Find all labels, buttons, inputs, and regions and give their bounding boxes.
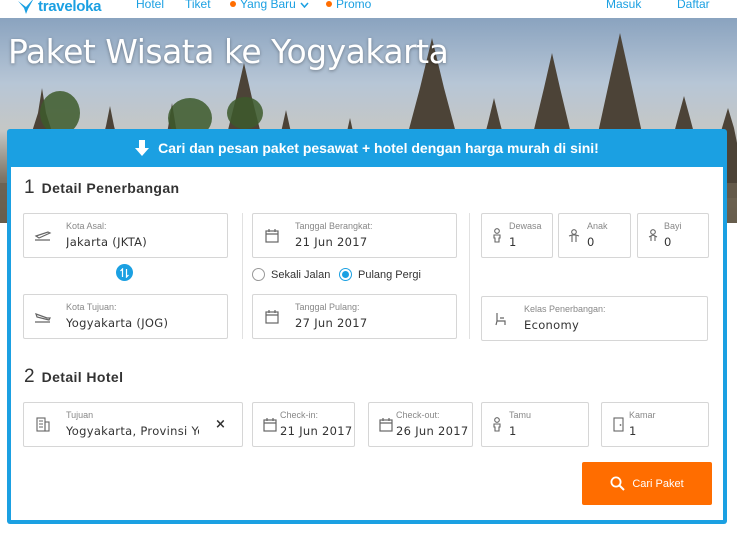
guests-field[interactable]: Tamu 1 (481, 402, 589, 447)
infants-field[interactable]: Bayi 0 (637, 213, 709, 258)
rooms-label: Kamar (629, 410, 656, 420)
adults-field[interactable]: Dewasa 1 (481, 213, 553, 258)
round-trip-radio[interactable]: Pulang Pergi (339, 268, 421, 281)
search-icon (610, 476, 626, 491)
children-field[interactable]: Anak 0 (558, 213, 631, 258)
guests-value: 1 (509, 424, 517, 438)
rooms-value: 1 (629, 424, 637, 438)
checkin-label: Check-in: (280, 410, 319, 420)
brand-name: traveloka (38, 0, 102, 15)
swap-cities-button[interactable] (116, 264, 133, 281)
checkout-label: Check-out: (396, 410, 440, 420)
children-value: 0 (587, 235, 595, 249)
children-label: Anak (587, 221, 608, 231)
hotel-destination-value: Yogyakarta, Provinsi Yogyakarta (66, 424, 199, 438)
new-dot (230, 1, 236, 7)
nav-tiket[interactable]: Tiket (185, 0, 211, 11)
adults-label: Dewasa (509, 221, 542, 231)
hotel-destination-label: Tujuan (66, 410, 94, 420)
hotel-section-label: Detail Hotel (41, 369, 124, 385)
swap-icon (120, 267, 129, 278)
infants-value: 0 (664, 235, 672, 249)
nav-promo[interactable]: Promo (326, 0, 371, 11)
depart-date-label: Tanggal Berangkat: (295, 221, 373, 231)
cabin-class-value: Economy (524, 318, 580, 332)
flight-section-label: Detail Penerbangan (41, 180, 180, 196)
round-trip-label: Pulang Pergi (358, 268, 421, 281)
checkin-field[interactable]: Check-in: 21 Jun 2017 (252, 402, 355, 447)
brand-logo[interactable]: traveloka (17, 0, 102, 15)
search-package-label: Cari Paket (632, 477, 684, 490)
depart-date-field[interactable]: Tanggal Berangkat: 21 Jun 2017 (252, 213, 457, 258)
origin-label: Kota Asal: (66, 221, 107, 231)
origin-field[interactable]: Kota Asal: Jakarta (JKTA) (23, 213, 228, 258)
panel-body: 1 Detail Penerbangan Kota Asal: Jakarta (… (11, 167, 723, 520)
flight-section-title: 1 Detail Penerbangan (24, 177, 179, 199)
flight-section-number: 1 (24, 177, 35, 198)
depart-date-value: 21 Jun 2017 (295, 235, 368, 249)
calendar-icon (377, 416, 395, 434)
person-icon (488, 227, 506, 245)
checkout-field[interactable]: Check-out: 26 Jun 2017 (368, 402, 473, 447)
checkin-value: 21 Jun 2017 (280, 424, 353, 438)
infants-label: Bayi (664, 221, 682, 231)
hotel-section-title: 2 Detail Hotel (24, 366, 123, 388)
clear-destination-button[interactable]: × (215, 417, 226, 432)
rooms-field[interactable]: Kamar 1 (601, 402, 709, 447)
top-navigation: traveloka Hotel Tiket Yang Baru Promo Ma… (0, 0, 737, 18)
one-way-label: Sekali Jalan (271, 268, 331, 281)
one-way-radio-dot[interactable] (252, 268, 265, 281)
hotel-destination-field[interactable]: Tujuan Yogyakarta, Provinsi Yogyakarta × (23, 402, 243, 447)
destination-value: Yogyakarta (JOG) (66, 316, 169, 330)
cabin-class-label: Kelas Penerbangan: (524, 304, 606, 314)
traveloka-logo-icon (18, 0, 33, 14)
search-package-button[interactable]: Cari Paket (582, 462, 712, 505)
guests-label: Tamu (509, 410, 532, 420)
nav-yang-baru-label: Yang Baru (240, 0, 296, 11)
promo-dot (326, 1, 332, 7)
baby-icon (644, 227, 662, 245)
person-icon (488, 416, 506, 434)
round-trip-radio-dot[interactable] (339, 268, 352, 281)
origin-value: Jakarta (JKTA) (66, 235, 148, 249)
cabin-class-field[interactable]: Kelas Penerbangan: Economy (481, 296, 708, 341)
register-link[interactable]: Daftar (677, 0, 710, 11)
calendar-icon (263, 308, 281, 326)
banner-text: Cari dan pesan paket pesawat + hotel den… (158, 140, 599, 156)
panel-banner: Cari dan pesan paket pesawat + hotel den… (7, 129, 727, 167)
return-date-field[interactable]: Tanggal Pulang: 27 Jun 2017 (252, 294, 457, 339)
column-divider (469, 213, 470, 339)
plane-landing-icon (34, 308, 52, 326)
chevron-down-icon (300, 2, 309, 8)
column-divider (242, 213, 243, 339)
checkout-value: 26 Jun 2017 (396, 424, 469, 438)
nav-promo-label: Promo (336, 0, 372, 11)
arrow-down-icon (135, 140, 150, 156)
package-search-panel: Cari dan pesan paket pesawat + hotel den… (7, 129, 727, 524)
building-icon (34, 416, 52, 434)
return-date-label: Tanggal Pulang: (295, 302, 360, 312)
nav-yang-baru[interactable]: Yang Baru (230, 0, 309, 11)
destination-label: Kota Tujuan: (66, 302, 117, 312)
hotel-section-number: 2 (24, 366, 35, 387)
return-date-value: 27 Jun 2017 (295, 316, 368, 330)
nav-hotel[interactable]: Hotel (136, 0, 164, 11)
page-title: Paket Wisata ke Yogyakarta (8, 32, 449, 71)
destination-field[interactable]: Kota Tujuan: Yogyakarta (JOG) (23, 294, 228, 339)
login-link[interactable]: Masuk (606, 0, 641, 11)
one-way-radio[interactable]: Sekali Jalan (252, 268, 330, 281)
plane-takeoff-icon (34, 227, 52, 245)
adults-value: 1 (509, 235, 517, 249)
calendar-icon (261, 416, 279, 434)
seat-icon (492, 310, 510, 328)
child-icon (565, 227, 583, 245)
door-icon (609, 416, 627, 434)
calendar-icon (263, 227, 281, 245)
